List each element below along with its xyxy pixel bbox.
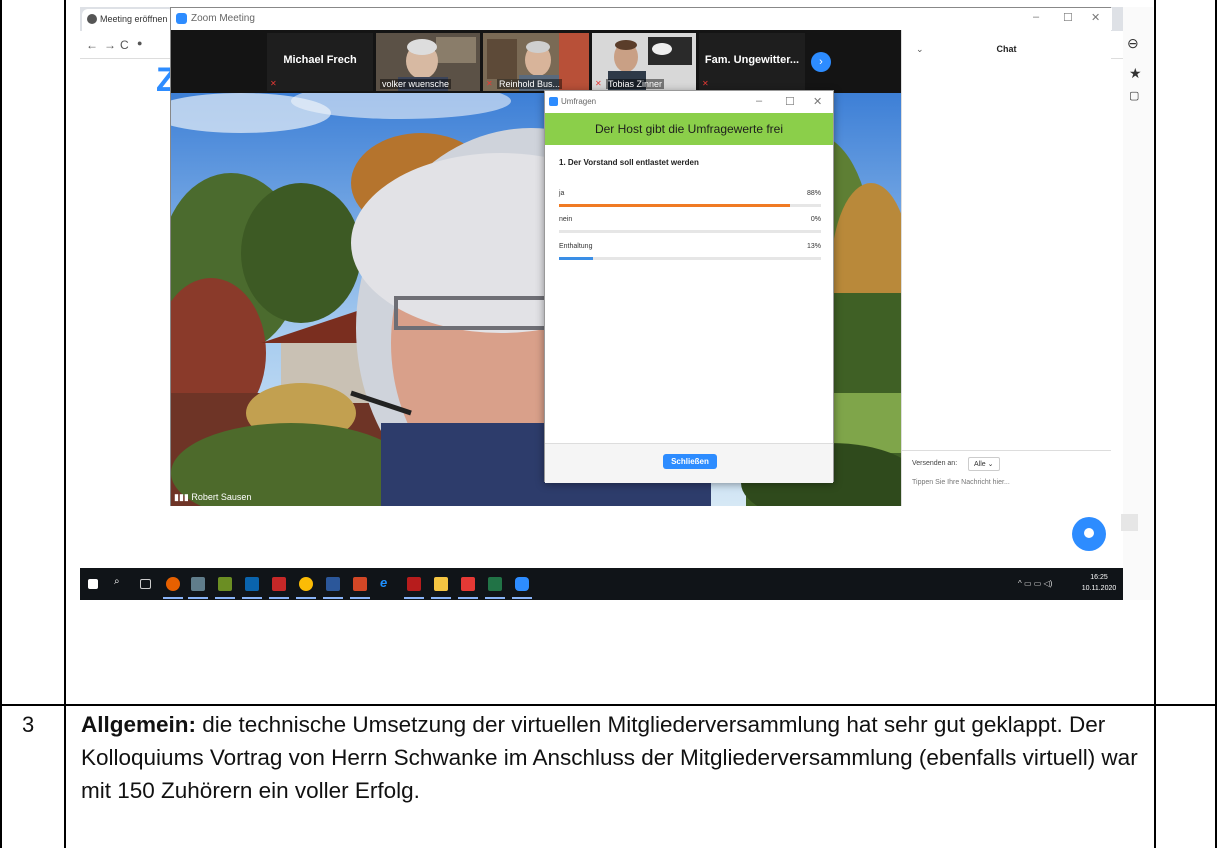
table-row-divider — [0, 704, 1217, 706]
edge-icon[interactable]: e — [380, 575, 394, 590]
minimize-icon[interactable]: – — [1033, 11, 1039, 23]
chat-divider — [902, 450, 1111, 451]
chat-input[interactable]: Tippen Sie Ihre Nachricht hier... — [912, 479, 1010, 486]
back-circle-icon[interactable]: ⊖ — [1127, 35, 1139, 52]
row-number: 3 — [22, 712, 35, 737]
muted-mic-icon: ✕ — [702, 79, 709, 88]
firefox-icon[interactable] — [166, 577, 180, 591]
row-text-body: die technische Umsetzung der virtuellen … — [81, 712, 1138, 803]
taskbar-clock[interactable]: 16:25 10.11.2020 — [1077, 572, 1121, 594]
poll-option-percent: 0% — [810, 216, 821, 223]
windows-start-icon[interactable] — [88, 579, 98, 589]
poll-option-track — [559, 257, 821, 260]
table-border-col — [64, 0, 66, 848]
word-icon[interactable] — [326, 577, 340, 591]
back-icon[interactable]: ← — [86, 38, 98, 52]
chat-panel: ⌄ Chat Versenden an: Alle ⌄ Tippen Sie I… — [901, 30, 1111, 506]
chrome-icon[interactable] — [299, 577, 313, 591]
maximize-icon[interactable]: ☐ — [785, 95, 795, 108]
minimize-icon[interactable]: – — [756, 95, 762, 107]
poll-status-banner: Der Host gibt die Umfragewerte frei — [545, 113, 833, 145]
task-view-icon[interactable] — [140, 579, 151, 589]
send-to-label: Versenden an: — [912, 460, 958, 467]
zoom-taskbar-icon[interactable] — [515, 577, 529, 591]
close-icon[interactable]: ✕ — [813, 95, 822, 108]
zoom-app-icon — [549, 97, 558, 106]
poll-option: Enthaltung 13% — [559, 243, 821, 267]
excel-icon[interactable] — [488, 577, 502, 591]
app-icon[interactable] — [272, 577, 286, 591]
muted-mic-icon: ✕ — [595, 79, 602, 88]
zoom-window: Zoom Meeting – ☐ ✕ Michael Frech ✕ volke… — [170, 7, 1112, 506]
poll-option-percent: 13% — [806, 243, 821, 250]
poll-option-bar — [559, 257, 594, 260]
chat-bubble-icon — [1084, 528, 1094, 538]
app-icon[interactable] — [218, 577, 232, 591]
app-icon[interactable] — [407, 577, 421, 591]
browser-right-strip: ⊖ ★ ▢ — [1123, 7, 1153, 600]
taskbar: ⌕ e ^ ▭ ▭ ◁) 16:25 10.11.2020 — [80, 568, 1123, 600]
forward-icon[interactable]: → — [104, 38, 116, 52]
acrobat-icon[interactable] — [461, 577, 475, 591]
powerpoint-icon[interactable] — [353, 577, 367, 591]
chat-bubble-button[interactable] — [1072, 517, 1106, 551]
folder-icon[interactable] — [434, 577, 448, 591]
maximize-icon[interactable]: ☐ — [1063, 11, 1073, 24]
extension-icon[interactable]: ▢ — [1129, 89, 1139, 102]
table-border-left — [0, 0, 2, 848]
search-icon[interactable]: ⌕ — [114, 576, 128, 590]
outlook-icon[interactable] — [245, 577, 259, 591]
gallery-tile[interactable]: ✕ Tobias Zinner — [592, 33, 696, 91]
row-text: Allgemein: die technische Umsetzung der … — [81, 708, 1161, 807]
muted-mic-icon: ✕ — [486, 79, 493, 88]
browser-tab-title: Meeting eröffnen — [100, 14, 168, 24]
system-tray[interactable]: ^ ▭ ▭ ◁) — [1018, 579, 1052, 588]
poll-option-label: Enthaltung — [559, 243, 593, 250]
embedded-screenshot: Meeting eröffnen ← → C ● Z ⊖ ★ ▢ Zoom Me… — [80, 7, 1153, 600]
star-icon[interactable]: ★ — [1129, 65, 1142, 82]
gallery-strip: Michael Frech ✕ volker wuensche ✕ Reinho… — [171, 30, 901, 93]
side-square — [1121, 514, 1138, 531]
poll-option-bar — [559, 204, 790, 207]
poll-option-track — [559, 230, 821, 233]
gallery-tile[interactable]: Michael Frech ✕ — [267, 33, 373, 91]
poll-question: 1. Der Vorstand soll entlastet werden — [559, 158, 699, 167]
zoom-titlebar: Zoom Meeting – ☐ ✕ — [171, 8, 1112, 30]
poll-titlebar: Umfragen – ☐ ✕ — [545, 91, 833, 113]
poll-option: nein 0% — [559, 216, 821, 240]
app-icon[interactable] — [191, 577, 205, 591]
zoom-app-icon — [176, 13, 187, 24]
lock-icon: ● — [137, 38, 143, 48]
poll-option: ja 88% — [559, 190, 821, 214]
gallery-tile[interactable]: Fam. Ungewitter... ✕ — [699, 33, 805, 91]
reload-icon[interactable]: C — [120, 38, 129, 52]
document-page: Meeting eröffnen ← → C ● Z ⊖ ★ ▢ Zoom Me… — [0, 0, 1217, 848]
poll-window-title: Umfragen — [561, 97, 597, 106]
active-speaker-name: ▮▮▮ Robert Sausen — [174, 492, 252, 502]
close-icon[interactable]: ✕ — [1091, 11, 1100, 24]
close-button[interactable]: Schließen — [663, 454, 717, 469]
poll-footer: Schließen — [545, 443, 833, 483]
gallery-tile[interactable]: ✕ Reinhold Bus... — [483, 33, 589, 91]
poll-option-track — [559, 204, 821, 207]
muted-mic-icon: ✕ — [270, 79, 277, 88]
send-to-select[interactable]: Alle ⌄ — [968, 457, 1000, 471]
poll-option-label: ja — [559, 190, 565, 197]
zoom-window-title: Zoom Meeting — [191, 13, 255, 24]
row-text-bold: Allgemein: — [81, 712, 197, 737]
chat-title: Chat — [996, 44, 1017, 54]
browser-tab[interactable]: Meeting eröffnen — [82, 9, 174, 31]
chevron-down-icon: ⌄ — [987, 461, 994, 468]
poll-dialog: Umfragen – ☐ ✕ Der Host gibt die Umfrage… — [544, 90, 834, 483]
globe-icon — [87, 14, 97, 24]
poll-option-label: nein — [559, 216, 573, 223]
gallery-tile[interactable]: volker wuensche — [376, 33, 480, 91]
gallery-next-button[interactable]: › — [811, 52, 831, 72]
poll-option-percent: 88% — [806, 190, 821, 197]
